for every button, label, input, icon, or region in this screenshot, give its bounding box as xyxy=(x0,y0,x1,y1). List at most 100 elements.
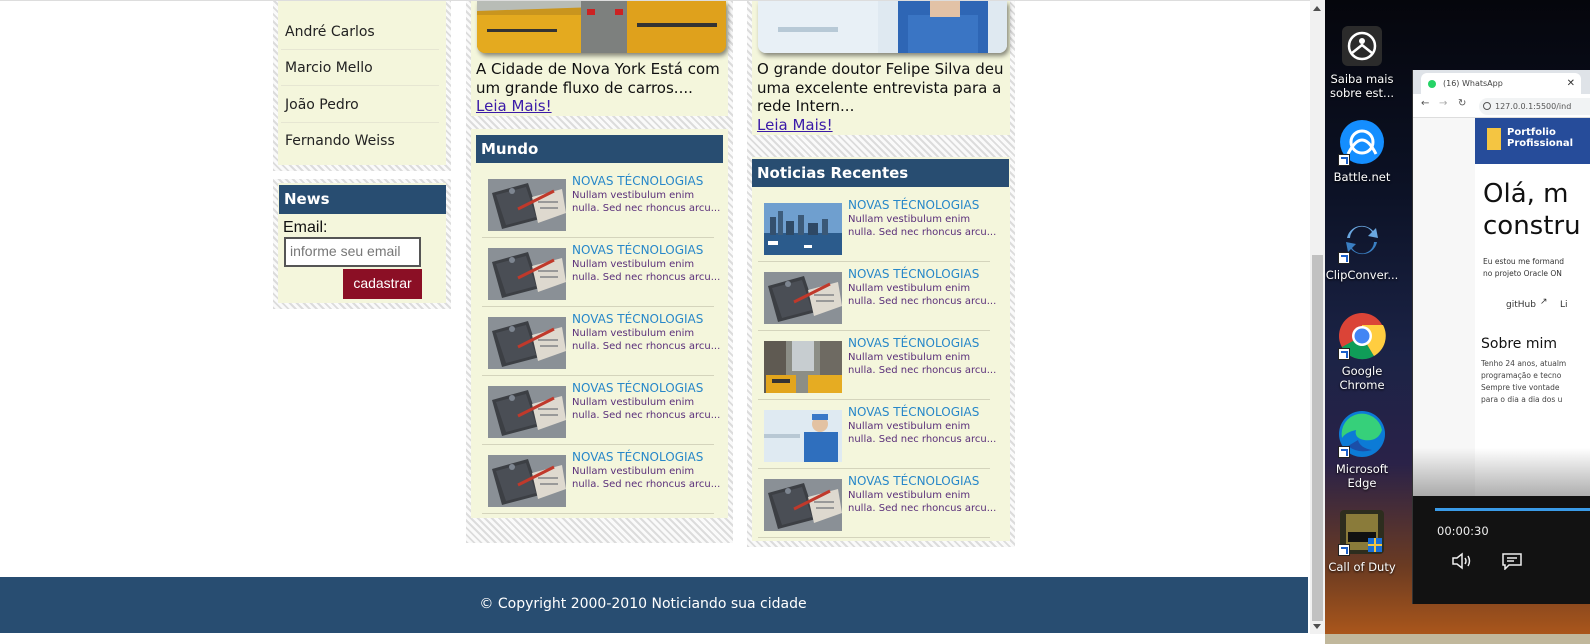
scroll-thumb[interactable] xyxy=(1312,255,1323,621)
recentes-news-item[interactable]: NOVAS TÉCNOLOGIAS Nullam vestibulum enim … xyxy=(758,262,996,331)
tab-title: (16) WhatsApp xyxy=(1443,79,1503,88)
hero-heading-line: constru xyxy=(1483,211,1581,241)
captions-icon[interactable] xyxy=(1501,552,1523,570)
web-page: André Carlos Marcio Mello João Pedro Fer… xyxy=(0,0,1310,644)
intro-line: no projeto Oracle ON xyxy=(1483,269,1562,278)
doctor-image xyxy=(758,1,1007,53)
desktop-label: Battle.net xyxy=(1333,170,1391,184)
intro-line: Eu estou me formand xyxy=(1483,257,1564,266)
news-title-link[interactable]: NOVAS TÉCNOLOGIAS xyxy=(572,243,703,257)
page-scrollbar[interactable] xyxy=(1310,0,1325,634)
mundo-news-item[interactable]: NOVAS TÉCNOLOGIAS Nullam vestibulum enim … xyxy=(482,169,720,238)
portfolio-logo-icon xyxy=(1487,128,1501,150)
info-icon xyxy=(1483,102,1491,110)
hero-heading: Olá, m constru xyxy=(1483,178,1581,242)
close-tab-icon[interactable]: ✕ xyxy=(1567,73,1575,94)
about-line: para o dia a dia dos u xyxy=(1481,395,1563,404)
desktop-shortcut-battlenet[interactable]: Battle.net xyxy=(1325,118,1399,184)
taskbar-edge xyxy=(1325,634,1590,644)
clipconverter-icon xyxy=(1338,216,1386,264)
news-description: Nullam vestibulum enim nulla. Sed nec rh… xyxy=(848,214,997,238)
scroll-up-arrow[interactable] xyxy=(1313,6,1321,11)
recentes-news-item[interactable]: NOVAS TÉCNOLOGIAS Nullam vestibulum enim … xyxy=(758,193,996,262)
linkedin-link[interactable]: Li xyxy=(1560,300,1568,310)
email-input[interactable]: informe seu email xyxy=(284,237,421,267)
desktop-shortcut-clipconverter[interactable]: ClipConver... xyxy=(1325,216,1399,282)
news-description: Nullam vestibulum enim nulla. Sed nec rh… xyxy=(572,328,721,352)
news-thumbnail[interactable] xyxy=(764,410,842,462)
desktop-shortcut-call-of-duty[interactable]: Call of Duty xyxy=(1325,508,1399,574)
news-title-link[interactable]: NOVAS TÉCNOLOGIAS xyxy=(572,312,703,326)
taxi-story-text: A Cidade de Nova York Está com um grande… xyxy=(476,60,720,97)
whatsapp-tab[interactable]: (16) WhatsApp ✕ xyxy=(1421,73,1581,94)
hero-heading-line: Olá, m xyxy=(1483,179,1569,209)
news-thumbnail[interactable] xyxy=(488,386,566,438)
recentes-news-item[interactable]: NOVAS TÉCNOLOGIAS Nullam vestibulum enim … xyxy=(758,400,996,469)
desktop-shortcut-chrome[interactable]: Google Chrome xyxy=(1325,312,1399,392)
github-link[interactable]: gitHub xyxy=(1506,300,1536,310)
news-thumbnail[interactable] xyxy=(764,341,842,393)
external-link-icon: ↗ xyxy=(1540,297,1548,307)
footer: © Copyright 2000-2010 Noticiando sua cid… xyxy=(0,577,1308,633)
desktop-shortcut-edge[interactable]: Microsoft Edge xyxy=(1325,410,1399,490)
news-title-link[interactable]: NOVAS TÉCNOLOGIAS xyxy=(572,174,703,188)
volume-icon[interactable] xyxy=(1451,552,1473,570)
news-thumbnail[interactable] xyxy=(488,455,566,507)
taxi-story-image[interactable] xyxy=(477,1,726,53)
about-line: programação e tecno xyxy=(1481,371,1562,380)
mundo-news-item[interactable]: NOVAS TÉCNOLOGIAS Nullam vestibulum enim … xyxy=(482,376,720,445)
email-label: Email: xyxy=(283,219,328,236)
news-title-link[interactable]: NOVAS TÉCNOLOGIAS xyxy=(848,267,979,281)
news-thumbnail[interactable] xyxy=(488,248,566,300)
author-item[interactable]: Fernando Weiss xyxy=(281,123,439,159)
news-thumbnail[interactable] xyxy=(764,272,842,324)
back-icon[interactable]: ← xyxy=(1421,98,1429,109)
recentes-news-item[interactable]: NOVAS TÉCNOLOGIAS Nullam vestibulum enim … xyxy=(758,331,996,400)
news-description: Nullam vestibulum enim nulla. Sed nec rh… xyxy=(572,190,721,214)
authors-panel: André Carlos Marcio Mello João Pedro Fer… xyxy=(273,1,451,171)
recentes-header: Noticias Recentes xyxy=(752,159,1009,187)
doctor-read-more-link[interactable]: Leia Mais! xyxy=(757,116,833,134)
author-item[interactable]: João Pedro xyxy=(281,87,439,123)
cadastrar-button[interactable]: cadastrar xyxy=(343,269,422,299)
desktop-shortcut-info[interactable]: Saiba mais sobre est... xyxy=(1325,24,1399,100)
about-line: Tenho 24 anos, atualm xyxy=(1481,359,1567,368)
portfolio-site: Portfolio Profissional Olá, m constru Eu… xyxy=(1413,118,1590,496)
reload-icon[interactable]: ↻ xyxy=(1458,98,1466,109)
author-item[interactable]: Marcio Mello xyxy=(281,50,439,86)
recentes-news-item[interactable]: NOVAS TÉCNOLOGIAS Nullam vestibulum enim … xyxy=(758,469,996,538)
author-item[interactable]: André Carlos xyxy=(281,14,439,50)
news-title-link[interactable]: NOVAS TÉCNOLOGIAS xyxy=(848,336,979,350)
floating-browser-window[interactable]: (16) WhatsApp ✕ ← → ↻ 127.0.0.1:5500/ind… xyxy=(1412,70,1590,604)
url-field[interactable]: 127.0.0.1:5500/ind xyxy=(1479,98,1590,115)
mundo-header: Mundo xyxy=(476,135,723,163)
taxi-read-more-link[interactable]: Leia Mais! xyxy=(476,97,552,115)
forward-icon[interactable]: → xyxy=(1439,98,1447,109)
shortcut-arrow-icon xyxy=(1338,252,1350,264)
news-title-link[interactable]: NOVAS TÉCNOLOGIAS xyxy=(848,198,979,212)
news-description: Nullam vestibulum enim nulla. Sed nec rh… xyxy=(572,397,721,421)
news-thumbnail[interactable] xyxy=(488,317,566,369)
doctor-story-image[interactable] xyxy=(758,1,1007,53)
newsletter-panel: News Email: informe seu email cadastrar xyxy=(273,179,451,309)
news-thumbnail[interactable] xyxy=(764,479,842,531)
news-title-link[interactable]: NOVAS TÉCNOLOGIAS xyxy=(848,405,979,419)
desktop-label: Call of Duty xyxy=(1328,560,1396,574)
mundo-news-item[interactable]: NOVAS TÉCNOLOGIAS Nullam vestibulum enim … xyxy=(482,307,720,376)
mundo-news-item[interactable]: NOVAS TÉCNOLOGIAS Nullam vestibulum enim … xyxy=(482,445,720,514)
news-thumbnail[interactable] xyxy=(764,203,842,255)
video-progress-bar[interactable] xyxy=(1435,508,1590,511)
news-description: Nullam vestibulum enim nulla. Sed nec rh… xyxy=(848,421,997,445)
site-left-gutter xyxy=(1413,118,1475,496)
desktop-label: Microsoft Edge xyxy=(1335,462,1389,490)
taxi-image xyxy=(477,1,726,53)
news-thumbnail[interactable] xyxy=(488,179,566,231)
info-camera-icon xyxy=(1338,24,1386,72)
battlenet-icon xyxy=(1338,118,1386,166)
portfolio-brand: Portfolio Profissional xyxy=(1507,127,1574,149)
mundo-news-item[interactable]: NOVAS TÉCNOLOGIAS Nullam vestibulum enim … xyxy=(482,238,720,307)
scroll-down-arrow[interactable] xyxy=(1313,624,1321,629)
news-title-link[interactable]: NOVAS TÉCNOLOGIAS xyxy=(572,381,703,395)
news-title-link[interactable]: NOVAS TÉCNOLOGIAS xyxy=(572,450,703,464)
news-title-link[interactable]: NOVAS TÉCNOLOGIAS xyxy=(848,474,979,488)
